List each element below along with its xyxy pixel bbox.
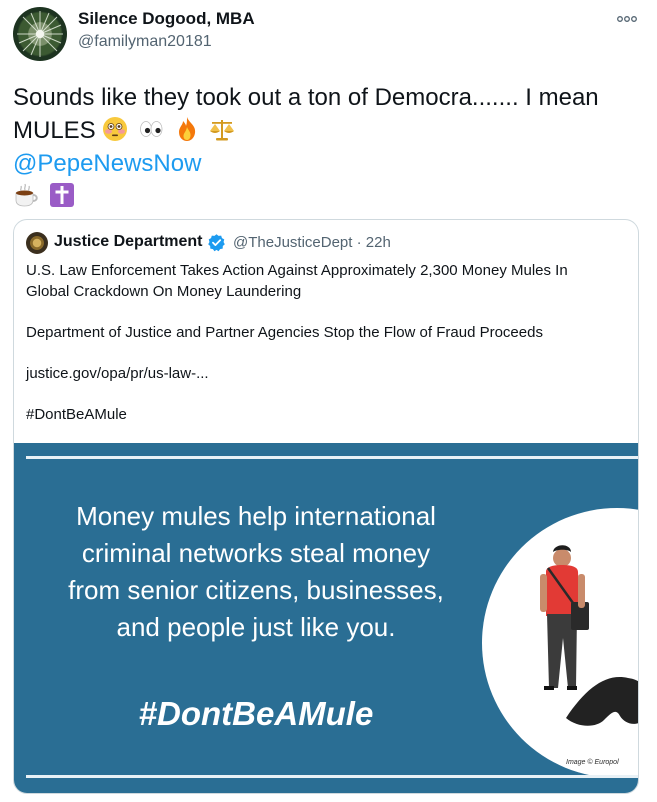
quote-timestamp[interactable]: 22h — [366, 234, 391, 251]
author-avatar[interactable] — [13, 7, 67, 61]
balance-scale-icon — [210, 120, 235, 141]
hot-beverage-icon — [15, 183, 38, 207]
quote-headline-line-2: Global Crackdown On Money Laundering — [26, 283, 302, 300]
verified-badge-icon — [207, 233, 226, 252]
quote-meta: @TheJusticeDept · 22h — [233, 234, 391, 251]
quote-author-handle[interactable]: @TheJusticeDept — [233, 234, 352, 251]
latin-cross-icon — [49, 183, 74, 207]
quote-hashtag[interactable]: #DontBeAMule — [26, 404, 626, 425]
quote-link[interactable]: justice.gov/opa/pr/us-law-... — [26, 363, 626, 384]
media-message-line: from senior citizens, businesses, — [68, 575, 444, 605]
fire-icon — [178, 117, 195, 141]
quote-body: U.S. Law Enforcement Takes Action Agains… — [26, 260, 626, 425]
media-message-line: Money mules help international — [76, 501, 436, 531]
tweet-text: Sounds like they took out a ton of Democ… — [13, 81, 643, 213]
tweet-word-mules: MULES — [13, 117, 96, 144]
media-message-line: criminal networks steal money — [81, 538, 431, 568]
tweet-line-1: Sounds like they took out a ton of Democ… — [13, 84, 599, 111]
author-name[interactable]: Silence Dogood, MBA — [78, 9, 255, 29]
quote-author-name[interactable]: Justice Department — [54, 233, 203, 251]
tweet-line-4 — [13, 180, 643, 213]
bottom-divider — [26, 775, 638, 778]
quoted-tweet[interactable]: Justice Department @TheJusticeDept · 22h… — [13, 219, 639, 794]
flushed-face-icon — [103, 117, 128, 141]
person-illustration — [540, 545, 638, 726]
media-message: Money mules help international criminal … — [26, 498, 486, 646]
top-divider — [26, 456, 638, 459]
media-hashtag: #DontBeAMule — [138, 695, 374, 732]
more-options-icon[interactable] — [614, 10, 640, 28]
media-message-line: and people just like you. — [116, 612, 396, 642]
quote-headline-line-1: U.S. Law Enforcement Takes Action Agains… — [26, 262, 568, 279]
mention-link[interactable]: @PepeNewsNow — [13, 147, 643, 180]
image-credit: Image © Europol — [566, 759, 619, 766]
author-handle[interactable]: @familyman20181 — [78, 33, 212, 51]
meta-separator: · — [356, 234, 362, 251]
eyes-icon — [140, 121, 163, 137]
quote-media-image[interactable]: Money mules help international criminal … — [14, 443, 638, 793]
quote-subhead: Department of Justice and Partner Agenci… — [26, 324, 543, 341]
tweet-line-2: MULES — [13, 114, 643, 147]
quote-avatar[interactable] — [26, 232, 48, 254]
